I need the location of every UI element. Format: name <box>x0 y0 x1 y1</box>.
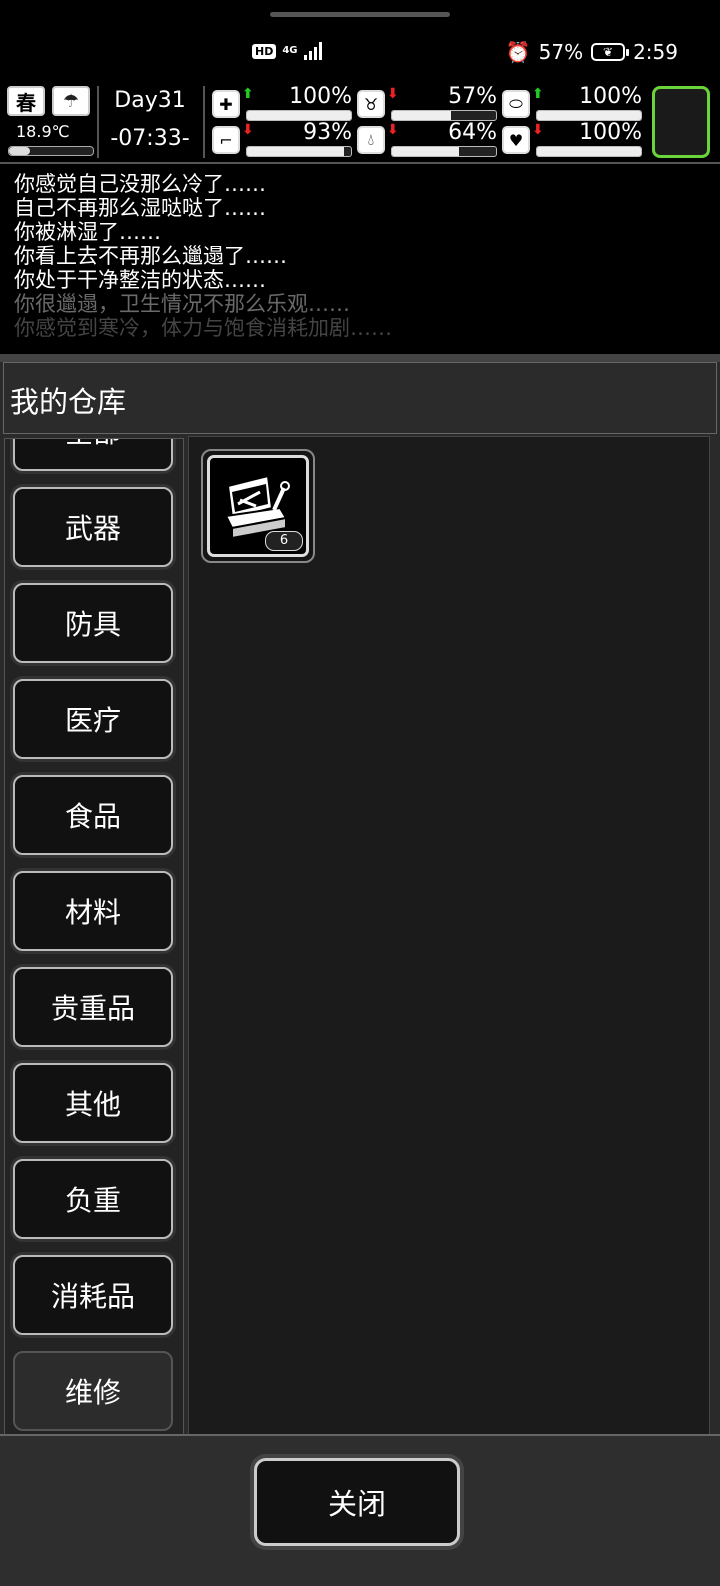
trend-down-icon: ⬇ <box>387 122 399 138</box>
stat-health[interactable]: ✚ ⬆ 100% <box>212 84 352 122</box>
trend-down-icon: ⬇ <box>387 86 399 102</box>
log-divider <box>0 354 720 362</box>
heart-icon: ♥ <box>502 126 530 154</box>
stat-stamina-bar <box>246 146 352 157</box>
hd-badge: HD <box>252 43 277 59</box>
log-line: 你很邋遢，卫生情况不那么乐观…… <box>14 292 350 316</box>
category-valuables[interactable]: 贵重品 <box>13 967 173 1047</box>
log-line: 你看上去不再那么邋遢了…… <box>14 244 287 268</box>
battery-saver-leaf-icon: ❦ <box>591 43 630 61</box>
trend-up-icon: ⬆ <box>532 86 544 102</box>
game-clock: -07:33- <box>110 126 190 151</box>
panel-title: 我的仓库 <box>10 385 127 419</box>
category-consumables[interactable]: 消耗品 <box>13 1255 173 1335</box>
day-counter: Day31 <box>114 88 186 113</box>
stat-thirst-value: 64% <box>448 120 497 145</box>
stomach-icon: ♉ <box>357 90 385 118</box>
category-all[interactable]: 全部 <box>13 439 173 471</box>
clock-time: 2:59 <box>633 40 678 64</box>
category-repair[interactable]: 维修 <box>13 1351 173 1431</box>
survival-hud: 春 ☂ 18.9℃ Day31 -07:33- ✚ ⬆ 100% ♉ ⬇ 57%… <box>0 82 720 164</box>
item-quantity: 6 <box>265 531 303 551</box>
stat-thirst[interactable]: 💧︎ ⬇ 64% <box>357 120 497 158</box>
category-materials[interactable]: 材料 <box>13 871 173 951</box>
status-right: ⏰ 57% ❦ 2:59 <box>506 40 678 64</box>
item-slot[interactable]: 6 <box>201 449 315 563</box>
pill-icon: ⬭ <box>502 90 530 118</box>
stat-stamina[interactable]: ⌐ ⬇ 93% <box>212 120 352 158</box>
stat-medicine[interactable]: ⬭ ⬆ 100% <box>502 84 642 122</box>
trend-down-icon: ⬇ <box>532 122 544 138</box>
panel-footer: 关闭 <box>0 1434 720 1586</box>
season-badge[interactable]: 春 <box>7 86 45 116</box>
log-line: 你处于干净整洁的状态…… <box>14 268 266 292</box>
hud-divider <box>203 86 205 158</box>
log-line: 你感觉自己没那么冷了…… <box>14 172 266 196</box>
stat-thirst-bar <box>391 146 497 157</box>
category-other[interactable]: 其他 <box>13 1063 173 1143</box>
hud-divider <box>97 86 99 158</box>
rain-cloud-icon[interactable]: ☂ <box>52 86 90 116</box>
temperature: 18.9℃ <box>16 122 70 141</box>
battery-percent: 57% <box>538 40 584 64</box>
temperature-bar <box>8 146 94 156</box>
category-weapons[interactable]: 武器 <box>13 487 173 567</box>
log-line: 自己不再那么湿哒哒了…… <box>14 196 266 220</box>
category-food[interactable]: 食品 <box>13 775 173 855</box>
stat-health-value: 100% <box>289 84 352 109</box>
stat-stamina-value: 93% <box>303 120 352 145</box>
close-button[interactable]: 关闭 <box>254 1458 460 1546</box>
warehouse-panel: 我的仓库 全部 武器 防具 医疗 食品 材料 贵重品 其他 负重 消耗品 维修 <box>0 362 720 1586</box>
equipped-slot[interactable] <box>652 86 710 158</box>
stat-medicine-value: 100% <box>579 84 642 109</box>
item-grid: 6 <box>188 436 710 1436</box>
category-medical[interactable]: 医疗 <box>13 679 173 759</box>
panel-header: 我的仓库 <box>3 362 717 434</box>
status-left: HD 4G <box>252 42 322 60</box>
signal-icon <box>303 42 322 60</box>
notch-handle <box>270 12 450 17</box>
category-list[interactable]: 全部 武器 防具 医疗 食品 材料 贵重品 其他 负重 消耗品 维修 <box>4 438 184 1448</box>
status-bar: HD 4G ⏰ 57% ❦ 2:59 <box>0 0 720 80</box>
stat-hunger[interactable]: ♉ ⬇ 57% <box>357 84 497 122</box>
log-line: 你感觉到寒冷，体力与饱食消耗加剧…… <box>14 316 392 340</box>
network-type: 4G <box>282 45 298 56</box>
stat-mood-value: 100% <box>579 120 642 145</box>
water-drop-icon: 💧︎ <box>357 126 385 154</box>
boot-icon: ⌐ <box>212 126 240 154</box>
category-load[interactable]: 负重 <box>13 1159 173 1239</box>
trend-up-icon: ⬆ <box>242 86 254 102</box>
log-line: 你被淋湿了…… <box>14 220 161 244</box>
alarm-icon: ⏰ <box>505 40 531 64</box>
medkit-icon: ✚ <box>212 90 240 118</box>
stat-mood[interactable]: ♥ ⬇ 100% <box>502 120 642 158</box>
message-log[interactable]: 你感觉自己没那么冷了…… 自己不再那么湿哒哒了…… 你被淋湿了…… 你看上去不再… <box>0 166 720 354</box>
trend-down-icon: ⬇ <box>242 122 254 138</box>
stat-hunger-value: 57% <box>448 84 497 109</box>
stat-mood-bar <box>536 146 642 157</box>
category-armor[interactable]: 防具 <box>13 583 173 663</box>
